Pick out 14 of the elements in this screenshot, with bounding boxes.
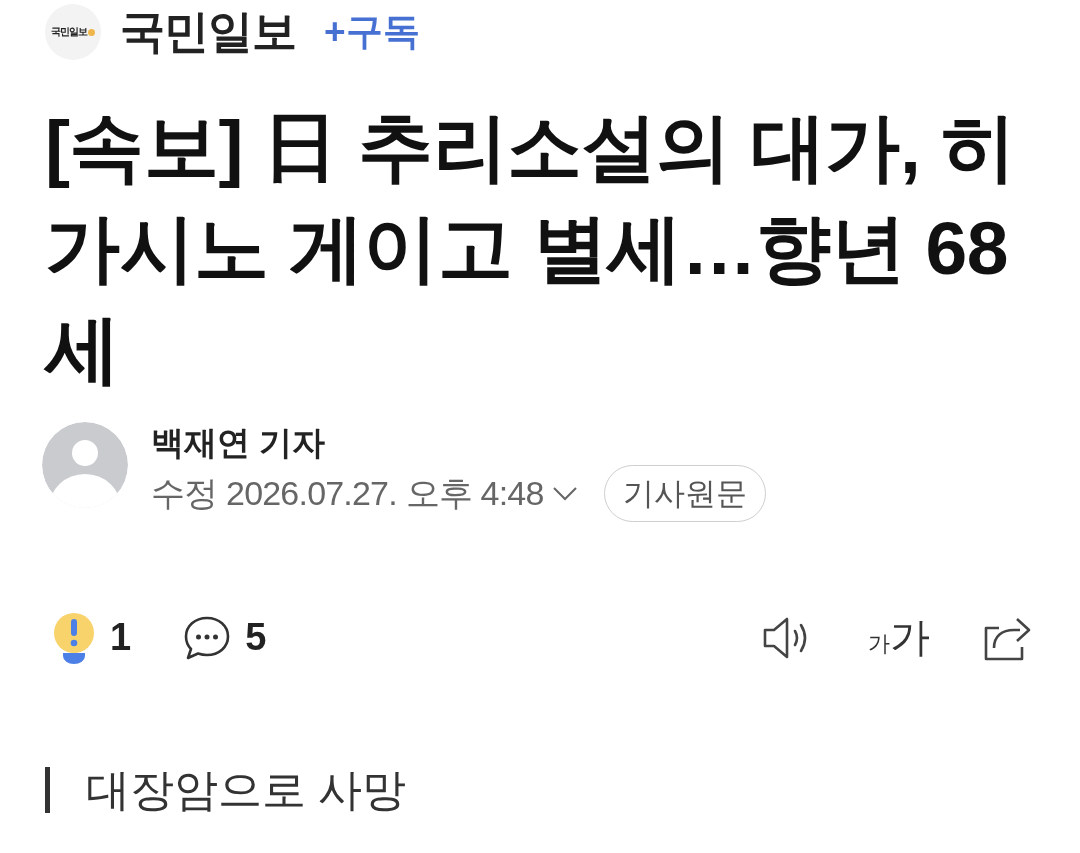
comments-button[interactable]: 5	[183, 614, 267, 661]
publisher-name: 국민일보	[120, 5, 296, 59]
timestamp-toggle[interactable]: 수정 2026.07.27. 오후 4:48	[151, 470, 578, 517]
font-size-button[interactable]: 가가	[868, 610, 930, 665]
emblem-icon	[88, 28, 95, 36]
headline: [속보] 日 추리소설의 대가, 히가시노 게이고 별세…향년 68세	[42, 104, 1017, 393]
avatar-icon	[42, 422, 128, 508]
reaction-button[interactable]: 1	[52, 611, 132, 664]
subscribe-button[interactable]: +구독	[324, 7, 420, 57]
lightbulb-icon	[52, 611, 96, 664]
speech-bubble-icon	[183, 614, 232, 661]
logo-text: 국민일보	[51, 25, 87, 39]
reporter-name: 백재연 기자	[151, 424, 327, 462]
subheading: 대장암으로 사망	[45, 767, 407, 813]
